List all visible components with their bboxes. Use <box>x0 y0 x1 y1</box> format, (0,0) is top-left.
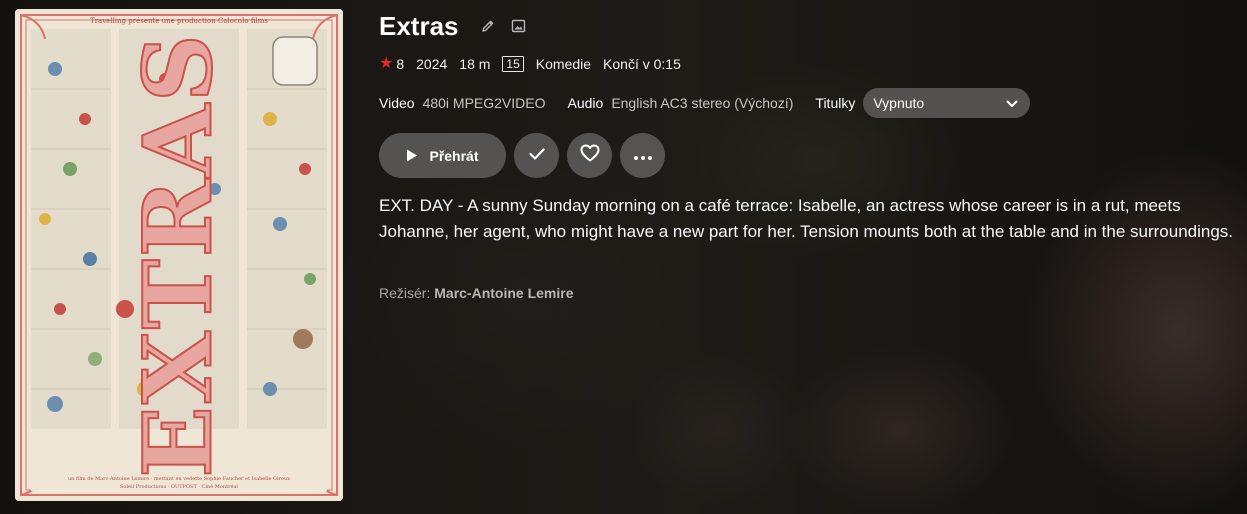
year: 2024 <box>416 56 448 72</box>
end-time: Končí v 0:15 <box>603 56 681 72</box>
director-link[interactable]: Marc-Antoine Lemire <box>434 285 573 301</box>
community-rating: ★ 8 <box>379 55 405 73</box>
director-row: Režisér: Marc-Antoine Lemire <box>379 285 574 301</box>
check-icon <box>528 147 545 165</box>
overview-text: EXT. DAY - A sunny Sunday morning on a c… <box>379 196 1234 241</box>
image-icon[interactable] <box>508 15 530 37</box>
page-title: Extras <box>379 11 459 41</box>
play-icon <box>406 149 418 162</box>
mark-played-button[interactable] <box>514 133 559 178</box>
video-value: 480i MPEG2VIDEO <box>422 95 546 111</box>
poster-top-line: Travelling présente une production Coloc… <box>90 17 268 25</box>
meta-row: ★ 8 2024 18 m 15 Komedie Končí v 0:15 <box>379 56 693 72</box>
play-button-label: Přehrát <box>429 147 479 164</box>
poster-credits-line: Soleil Productions · OUTPOST · Ciné Mont… <box>119 484 239 490</box>
rating-value: 8 <box>396 56 405 72</box>
title-row: Extras <box>379 11 530 41</box>
poster-credits-line: un film de Marc-Antoine Lemire · mettant… <box>67 476 291 482</box>
favorite-button[interactable] <box>567 133 612 178</box>
subtitles-label: Titulky <box>815 95 856 111</box>
poster-credits: un film de Marc-Antoine Lemire · mettant… <box>35 475 323 491</box>
pencil-icon[interactable] <box>477 15 499 37</box>
chevron-down-icon <box>1006 95 1018 111</box>
play-button[interactable]: Přehrát <box>379 133 506 178</box>
video-label: Video <box>379 95 415 111</box>
poster-artwork <box>15 9 343 501</box>
runtime: 18 m <box>459 56 491 72</box>
heart-icon <box>580 144 600 167</box>
poster-image[interactable]: Travelling présente une production Coloc… <box>15 9 343 501</box>
audio-value: English AC3 stereo (Výchozí) <box>611 95 794 111</box>
star-icon: ★ <box>379 55 394 72</box>
more-options-button[interactable] <box>620 133 665 178</box>
director-label: Režisér: <box>379 285 431 301</box>
media-info-row: Video 480i MPEG2VIDEO Audio English AC3 … <box>379 88 1031 118</box>
audio-label: Audio <box>567 95 604 111</box>
action-buttons: Přehrát <box>379 133 673 178</box>
age-rating-badge: 15 <box>502 56 524 72</box>
subtitles-value: Vypnuto <box>873 95 925 111</box>
genre-link[interactable]: Komedie <box>536 56 591 72</box>
more-dots-icon <box>633 147 652 165</box>
subtitles-select[interactable]: Vypnuto <box>863 88 1031 118</box>
